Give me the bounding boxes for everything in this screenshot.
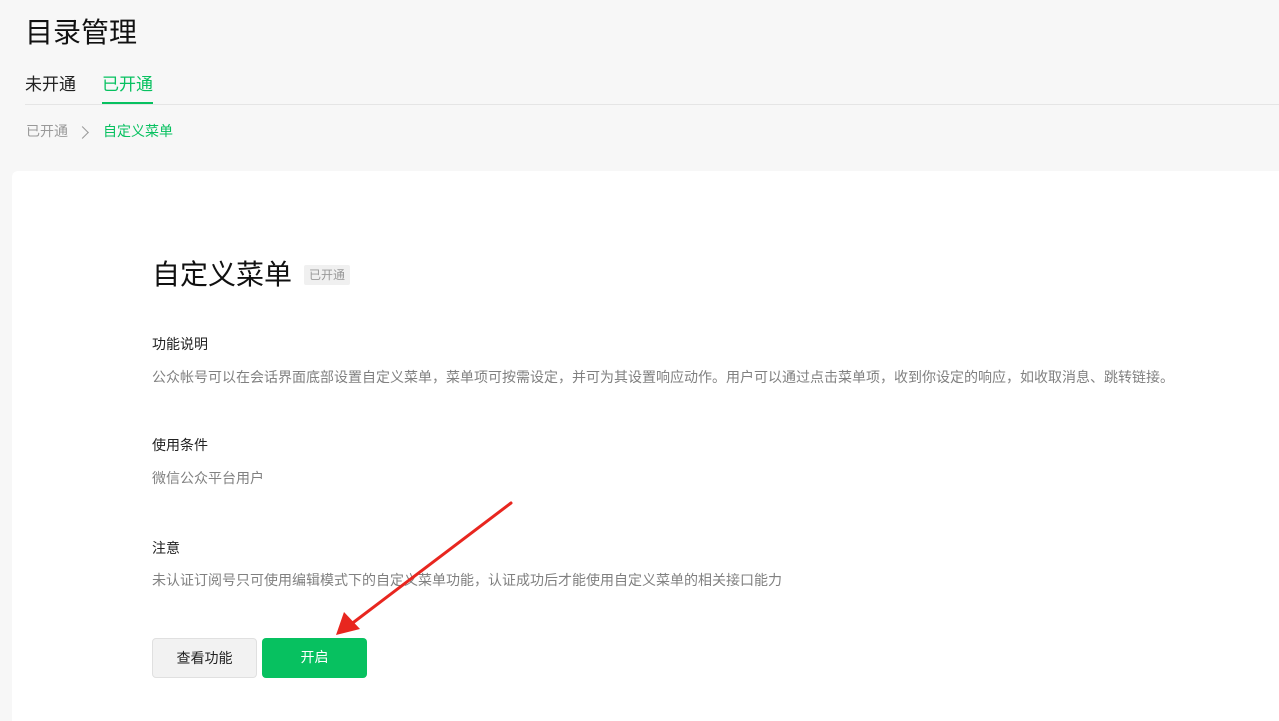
tab-enabled[interactable]: 已开通 (102, 72, 153, 104)
section-label-notice: 注意 (152, 541, 180, 557)
chevron-right-icon (76, 125, 89, 139)
tabs-divider (25, 104, 1279, 105)
section-text-requirements: 微信公众平台用户 (152, 471, 264, 487)
breadcrumb: 已开通 自定义菜单 (26, 122, 173, 142)
section-text-notice: 未认证订阅号只可使用编辑模式下的自定义菜单功能，认证成功后才能使用自定义菜单的相… (152, 573, 782, 589)
breadcrumb-parent-link[interactable]: 已开通 (26, 122, 68, 142)
tab-bar: 未开通 已开通 (25, 72, 153, 104)
section-label-description: 功能说明 (152, 337, 208, 353)
view-feature-button[interactable]: 查看功能 (152, 638, 257, 678)
feature-card: 自定义菜单 已开通 功能说明 公众帐号可以在会话界面底部设置自定义菜单，菜单项可… (12, 171, 1279, 721)
feature-header: 自定义菜单 已开通 (152, 255, 351, 295)
page-title: 目录管理 (25, 16, 138, 49)
section-label-requirements: 使用条件 (152, 438, 208, 454)
enable-button[interactable]: 开启 (262, 638, 367, 678)
status-badge: 已开通 (304, 265, 351, 285)
tab-not-enabled[interactable]: 未开通 (25, 72, 76, 104)
section-text-description: 公众帐号可以在会话界面底部设置自定义菜单，菜单项可按需设定，并可为其设置响应动作… (152, 370, 1174, 386)
breadcrumb-current[interactable]: 自定义菜单 (103, 122, 173, 142)
feature-title: 自定义菜单 (152, 258, 293, 291)
